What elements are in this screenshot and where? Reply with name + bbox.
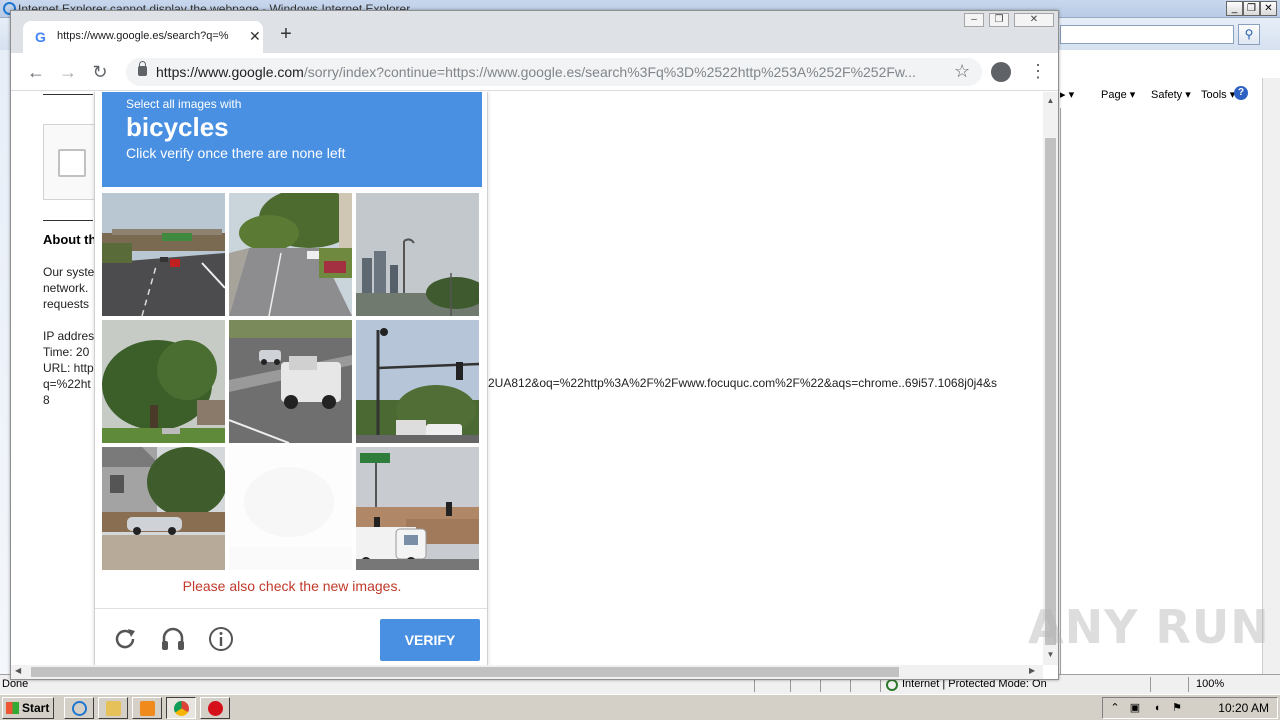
- divider: [43, 94, 93, 95]
- scrollbar-thumb[interactable]: [31, 667, 899, 677]
- chrome-window: G https://www.google.es/search?q=% ✕ + –…: [10, 10, 1059, 680]
- opera-taskbar-icon[interactable]: [200, 697, 230, 719]
- sorry-text-line: Our systems have detected unusual traffi…: [43, 265, 95, 279]
- scrollbar-thumb[interactable]: [1045, 138, 1056, 645]
- reload-challenge-icon[interactable]: [111, 625, 139, 653]
- chrome-close-button[interactable]: ✕: [1014, 13, 1054, 27]
- captcha-instruction: Select all images with: [126, 97, 242, 111]
- page-horizontal-scrollbar[interactable]: ◀ ▶: [11, 665, 1043, 679]
- captcha-target-object: bicycles: [126, 112, 229, 142]
- new-tab-button[interactable]: +: [275, 24, 297, 46]
- internet-zone-icon: [886, 679, 898, 691]
- lock-icon: [138, 61, 147, 76]
- ie-cmd-arrow[interactable]: ▸ ▾: [1060, 88, 1074, 101]
- ie-search-input[interactable]: [1060, 25, 1234, 44]
- captcha-tile-8[interactable]: [229, 447, 352, 570]
- chrome-toolbar: ← → ↻ https://www.google.com/sorry/index…: [11, 53, 1058, 91]
- windows-logo-icon: [6, 702, 19, 714]
- chrome-taskbar-icon[interactable]: [166, 697, 196, 719]
- captcha-hint: Click verify once there are none left: [126, 145, 346, 161]
- captcha-header: Select all images with bicycles Click ve…: [102, 92, 482, 187]
- url-line: URL: http: [43, 361, 94, 375]
- audio-challenge-icon[interactable]: [159, 625, 187, 653]
- tab-close-icon[interactable]: ✕: [249, 28, 261, 45]
- explorer-taskbar-icon[interactable]: [98, 697, 128, 719]
- info-icon[interactable]: [207, 625, 235, 653]
- ie-safety-menu[interactable]: Safety ▾: [1151, 88, 1191, 101]
- captcha-tile-9[interactable]: [356, 447, 479, 570]
- start-label: Start: [22, 701, 50, 715]
- captcha-error-message: Please also check the new images.: [182, 578, 402, 594]
- ie-tools-menu[interactable]: Tools ▾: [1201, 88, 1235, 101]
- captcha-image-grid: [102, 193, 482, 573]
- google-favicon-icon: G: [35, 29, 46, 45]
- scroll-right-icon[interactable]: ▶: [1029, 666, 1035, 675]
- ie-help-icon[interactable]: ?: [1234, 86, 1248, 100]
- ie-close-button[interactable]: ✕: [1260, 1, 1277, 16]
- clock[interactable]: 10:20 AM: [1218, 701, 1269, 715]
- anyrun-watermark: ANY RUN: [1028, 600, 1270, 654]
- scroll-up-icon[interactable]: ▲: [1045, 96, 1056, 105]
- ip-address-line: IP address:: [43, 329, 95, 343]
- about-page-heading: About this page: [43, 232, 95, 247]
- ie-page-menu[interactable]: Page ▾: [1101, 88, 1135, 101]
- action-center-flag-icon[interactable]: ⚑: [1171, 702, 1183, 714]
- scroll-left-icon[interactable]: ◀: [15, 666, 21, 675]
- captcha-tile-4[interactable]: [102, 320, 225, 443]
- ie-minimize-button[interactable]: _: [1226, 1, 1243, 16]
- page-vertical-scrollbar[interactable]: ▲ ▼: [1043, 92, 1058, 665]
- ie-zoom-level[interactable]: 100%: [1196, 678, 1224, 690]
- sorry-text-line: network.: [43, 281, 89, 295]
- start-button[interactable]: Start: [2, 697, 54, 719]
- ie-search-icon[interactable]: ⚲: [1238, 24, 1260, 45]
- divider: [43, 220, 93, 221]
- sorry-text-line: requests: [43, 297, 90, 311]
- captcha-tile-3[interactable]: [356, 193, 479, 316]
- taskbar: Start ⌃ ▣ ◖ ⚑ 10:20 AM: [0, 694, 1280, 720]
- recaptcha-checkbox[interactable]: [58, 149, 86, 177]
- back-arrow-icon[interactable]: ←: [25, 61, 47, 83]
- chrome-active-tab[interactable]: G https://www.google.es/search?q=% ✕: [23, 21, 263, 53]
- system-tray: ⌃ ▣ ◖ ⚑ 10:20 AM: [1102, 697, 1278, 719]
- bookmark-star-icon[interactable]: ☆: [954, 61, 970, 82]
- page-content: About this page Our systems have detecte…: [11, 92, 1043, 665]
- ie-taskbar-icon[interactable]: [64, 697, 94, 719]
- volume-icon[interactable]: ◖: [1151, 702, 1163, 714]
- captcha-tile-2[interactable]: [229, 193, 352, 316]
- chrome-minimize-button[interactable]: –: [964, 13, 984, 27]
- network-icon[interactable]: ▣: [1129, 702, 1141, 714]
- captcha-tile-1[interactable]: [102, 193, 225, 316]
- chrome-tabstrip: G https://www.google.es/search?q=% ✕ + –…: [11, 11, 1058, 53]
- media-player-taskbar-icon[interactable]: [132, 697, 162, 719]
- verify-button[interactable]: VERIFY: [380, 619, 480, 661]
- tray-expand-icon[interactable]: ⌃: [1109, 702, 1121, 714]
- address-bar[interactable]: https://www.google.com/sorry/index?conti…: [126, 58, 982, 86]
- recaptcha-challenge: Select all images with bicycles Click ve…: [94, 92, 488, 665]
- url-line: q=%22ht: [43, 377, 91, 391]
- url-line: 8: [43, 393, 50, 407]
- captcha-tile-6[interactable]: [356, 320, 479, 443]
- tab-title: https://www.google.es/search?q=%: [57, 30, 229, 42]
- profile-avatar-icon[interactable]: [991, 62, 1011, 82]
- captcha-footer: VERIFY: [95, 608, 487, 665]
- forward-arrow-icon[interactable]: →: [57, 61, 79, 83]
- captcha-tile-5[interactable]: [229, 320, 352, 443]
- time-line: Time: 20: [43, 345, 90, 359]
- ie-vertical-scrollbar[interactable]: [1262, 78, 1280, 674]
- captcha-tile-7[interactable]: [102, 447, 225, 570]
- chrome-restore-button[interactable]: ❐: [989, 13, 1009, 27]
- url-tail-text: 2UA812&oq=%22http%3A%2F%2Fwww.focuquc.co…: [488, 376, 997, 390]
- reload-icon[interactable]: ↻: [89, 61, 111, 83]
- chrome-menu-icon[interactable]: ⋮: [1029, 61, 1047, 81]
- address-url: https://www.google.com/sorry/index?conti…: [156, 64, 916, 80]
- ie-content-area: [1060, 108, 1280, 674]
- ie-restore-button[interactable]: ❐: [1243, 1, 1260, 16]
